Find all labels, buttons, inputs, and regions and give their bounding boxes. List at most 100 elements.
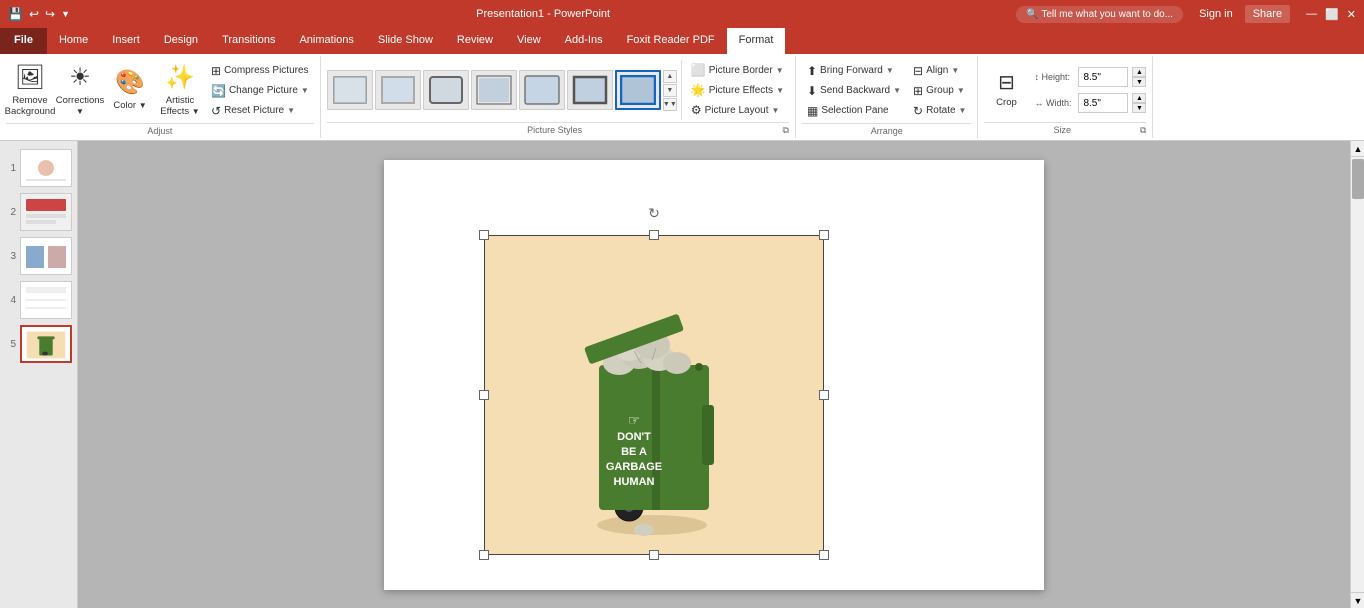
- tell-me-box[interactable]: 🔍 Tell me what you want to do...: [1016, 6, 1183, 23]
- height-up[interactable]: ▲: [1132, 67, 1146, 77]
- selected-image-container[interactable]: ↻: [484, 235, 824, 555]
- arrange-col2: ⊟ Align ▼ ⊞ Group ▼ ↻ Rotate ▼: [908, 61, 971, 120]
- restore-button[interactable]: ⬜: [1325, 8, 1339, 21]
- remove-bg-label: RemoveBackground: [5, 95, 56, 118]
- canvas-area: ↻: [78, 141, 1350, 608]
- tab-slideshow[interactable]: Slide Show: [366, 28, 445, 54]
- rotate-icon: ↻: [913, 104, 923, 118]
- slide-thumb-3[interactable]: 3: [4, 237, 73, 275]
- arrange-group-content: ⬆ Bring Forward ▼ ⬇ Send Backward ▼ ▦ Se…: [802, 58, 971, 123]
- rotate-handle[interactable]: ↻: [647, 205, 661, 219]
- style-thumb-3[interactable]: [423, 70, 469, 110]
- crop-button[interactable]: ⊟ Crop: [984, 59, 1028, 121]
- handle-top-middle[interactable]: [649, 230, 659, 240]
- redo-icon[interactable]: ↪: [45, 7, 55, 21]
- slide-thumb-4[interactable]: 4: [4, 281, 73, 319]
- slide-thumb-5[interactable]: 5: [4, 325, 73, 363]
- arrange-group: ⬆ Bring Forward ▼ ⬇ Send Backward ▼ ▦ Se…: [796, 56, 978, 138]
- tab-insert[interactable]: Insert: [100, 28, 152, 54]
- picture-layout-button[interactable]: ⚙ Picture Layout ▼: [686, 101, 789, 120]
- tab-transitions[interactable]: Transitions: [210, 28, 287, 54]
- slide-preview-2: [20, 193, 72, 231]
- tab-format[interactable]: Format: [727, 28, 786, 54]
- bring-forward-button[interactable]: ⬆ Bring Forward ▼: [802, 61, 906, 80]
- style-thumb-5[interactable]: [519, 70, 565, 110]
- corrections-label: Corrections ▼: [56, 95, 105, 118]
- width-up[interactable]: ▲: [1132, 93, 1146, 103]
- selection-pane-button[interactable]: ▦ Selection Pane: [802, 101, 906, 120]
- size-group-content: ⊟ Crop ↕ Height: ▲ ▼ ↔: [984, 58, 1146, 122]
- share-button[interactable]: Share: [1245, 5, 1290, 23]
- artistic-effects-button[interactable]: ✨ ArtisticEffects ▼: [156, 60, 204, 122]
- align-button[interactable]: ⊟ Align ▼: [908, 61, 971, 80]
- gallery-scroll-more[interactable]: ▼▼: [663, 98, 677, 111]
- svg-text:BE A: BE A: [621, 446, 647, 458]
- slide-thumb-1[interactable]: 1: [4, 149, 73, 187]
- handle-top-left[interactable]: [479, 230, 489, 240]
- style-thumb-6[interactable]: [567, 70, 613, 110]
- save-icon[interactable]: 💾: [8, 7, 23, 21]
- size-dialog-launcher[interactable]: ⧉: [1140, 125, 1146, 136]
- style-thumb-4[interactable]: [471, 70, 517, 110]
- style-thumb-2[interactable]: [375, 70, 421, 110]
- picture-effects-button[interactable]: 🌟 Picture Effects ▼: [686, 81, 789, 100]
- handle-bottom-left[interactable]: [479, 550, 489, 560]
- scroll-down-button[interactable]: ▼: [1351, 592, 1364, 608]
- handle-top-right[interactable]: [819, 230, 829, 240]
- tab-file[interactable]: File: [0, 28, 47, 54]
- scroll-thumb[interactable]: [1352, 159, 1364, 199]
- width-down[interactable]: ▼: [1132, 103, 1146, 113]
- remove-background-button[interactable]: 🖼 RemoveBackground: [6, 60, 54, 122]
- change-picture-button[interactable]: 🔄 Change Picture ▼: [206, 81, 314, 100]
- signin-button[interactable]: Sign in: [1199, 8, 1233, 20]
- width-input[interactable]: [1078, 93, 1128, 113]
- height-spinner: ▲ ▼: [1132, 67, 1146, 87]
- gallery-scroll-down[interactable]: ▼: [663, 84, 677, 97]
- undo-icon[interactable]: ↩: [29, 7, 39, 21]
- height-input[interactable]: [1078, 67, 1128, 87]
- send-backward-button[interactable]: ⬇ Send Backward ▼: [802, 81, 906, 100]
- selection-pane-icon: ▦: [807, 104, 818, 118]
- picture-border-icon: ⬜: [691, 63, 706, 77]
- group-button[interactable]: ⊞ Group ▼: [908, 81, 971, 100]
- handle-bottom-middle[interactable]: [649, 550, 659, 560]
- reset-picture-button[interactable]: ↺ Reset Picture ▼: [206, 101, 314, 120]
- compress-label: Compress Pictures: [224, 65, 308, 76]
- compress-icon: ⊞: [211, 64, 221, 78]
- picture-layout-icon: ⚙: [691, 103, 702, 117]
- corrections-button[interactable]: ☀ Corrections ▼: [56, 60, 104, 122]
- handle-bottom-right[interactable]: [819, 550, 829, 560]
- slide-preview-1: [20, 149, 72, 187]
- tab-design[interactable]: Design: [152, 28, 210, 54]
- tab-addins[interactable]: Add-Ins: [553, 28, 615, 54]
- compress-pictures-button[interactable]: ⊞ Compress Pictures: [206, 61, 314, 80]
- tab-review[interactable]: Review: [445, 28, 505, 54]
- tab-home[interactable]: Home: [47, 28, 100, 54]
- title-area: 💾 ↩ ↪ ▼ Presentation1 - PowerPoint 🔍 Tel…: [0, 0, 1364, 28]
- scroll-up-button[interactable]: ▲: [1351, 141, 1364, 157]
- tab-animations[interactable]: Animations: [287, 28, 365, 54]
- picture-styles-dialog-launcher[interactable]: ⧉: [783, 125, 789, 136]
- tab-view[interactable]: View: [505, 28, 553, 54]
- tab-foxit[interactable]: Foxit Reader PDF: [615, 28, 727, 54]
- picture-style-small-buttons: ⬜ Picture Border ▼ 🌟 Picture Effects ▼ ⚙…: [686, 61, 789, 120]
- picture-border-button[interactable]: ⬜ Picture Border ▼: [686, 61, 789, 80]
- customize-icon[interactable]: ▼: [61, 9, 70, 19]
- handle-middle-left[interactable]: [479, 390, 489, 400]
- handle-middle-right[interactable]: [819, 390, 829, 400]
- style-thumb-1[interactable]: [327, 70, 373, 110]
- corrections-icon: ☀: [69, 64, 91, 93]
- slide-thumb-2[interactable]: 2: [4, 193, 73, 231]
- style-thumb-7[interactable]: [615, 70, 661, 110]
- size-group-label: Size ⧉: [984, 122, 1146, 136]
- adjust-small-buttons: ⊞ Compress Pictures 🔄 Change Picture ▼ ↺…: [206, 61, 314, 120]
- color-button[interactable]: 🎨 Color ▼: [106, 60, 154, 122]
- gallery-scroll-up[interactable]: ▲: [663, 70, 677, 83]
- rotate-button[interactable]: ↻ Rotate ▼: [908, 101, 971, 120]
- picture-effects-label: Picture Effects: [709, 85, 773, 96]
- height-down[interactable]: ▼: [1132, 77, 1146, 87]
- close-button[interactable]: ✕: [1347, 8, 1356, 21]
- svg-text:DON'T: DON'T: [617, 431, 651, 443]
- top-bar: 💾 ↩ ↪ ▼ Presentation1 - PowerPoint 🔍 Tel…: [0, 0, 1364, 141]
- minimize-button[interactable]: —: [1306, 8, 1317, 20]
